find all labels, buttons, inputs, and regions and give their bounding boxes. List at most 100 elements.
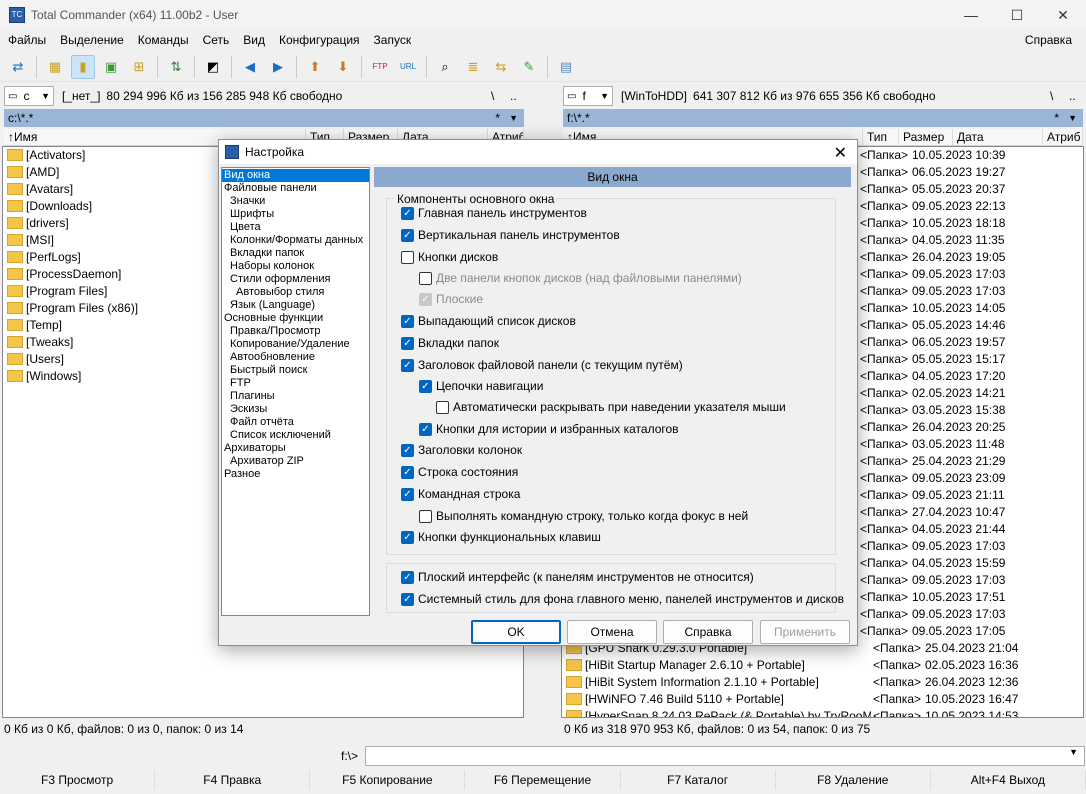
chevron-down-icon[interactable]: ▼	[509, 113, 518, 123]
checkbox-option[interactable]: Кнопки дисков	[401, 250, 498, 264]
chevron-down-icon[interactable]: ▼	[1069, 747, 1078, 757]
compare-icon[interactable]: ◩	[201, 55, 225, 79]
tree-item[interactable]: Вкладки папок	[222, 247, 369, 260]
checkbox-option[interactable]: Выполнять командную строку, только когда…	[419, 509, 748, 523]
menu-net[interactable]: Сеть	[195, 33, 236, 47]
tree-item[interactable]: Правка/Просмотр	[222, 325, 369, 338]
f7-mkdir-button[interactable]: F7 Каталог	[621, 770, 776, 790]
left-root-button[interactable]: \	[491, 89, 494, 103]
checkbox-checked-icon[interactable]: ✓	[419, 422, 432, 436]
f6-move-button[interactable]: F6 Перемещение	[465, 770, 621, 790]
checkbox-option[interactable]: Две панели кнопок дисков (над файловыми …	[419, 271, 742, 285]
tree-item[interactable]: Значки	[222, 195, 369, 208]
tree-item[interactable]: Автообновление	[222, 351, 369, 364]
checkbox-option[interactable]: Автоматически раскрывать при наведении у…	[436, 400, 786, 414]
checkbox-checked-icon[interactable]: ✓	[401, 314, 414, 328]
checkbox-checked-icon[interactable]: ✓	[419, 292, 432, 306]
checkbox-checked-icon[interactable]: ✓	[401, 336, 414, 350]
f5-copy-button[interactable]: F5 Копирование	[310, 770, 466, 790]
tree-item[interactable]: Файл отчёта	[222, 416, 369, 429]
star-icon[interactable]: *	[1054, 111, 1059, 125]
checkbox-checked-icon[interactable]: ✓	[419, 379, 432, 393]
maximize-button[interactable]: ☐	[994, 0, 1040, 30]
checkbox-checked-icon[interactable]: ✓	[401, 592, 414, 606]
right-path-bar[interactable]: f:\*.* * ▼	[563, 109, 1083, 127]
tree-item[interactable]: Разное	[222, 468, 369, 481]
cancel-button[interactable]: Отмена	[567, 620, 657, 644]
star-icon[interactable]: *	[495, 111, 500, 125]
help-button[interactable]: Справка	[663, 620, 753, 644]
checkbox-option[interactable]: ✓ Вкладки папок	[401, 336, 499, 350]
thumbnails-icon[interactable]: ▣	[99, 55, 123, 79]
menu-configuration[interactable]: Конфигурация	[271, 33, 366, 47]
tree-item[interactable]: Плагины	[222, 390, 369, 403]
tree-item[interactable]: Вид окна	[222, 169, 369, 182]
tree-item[interactable]: Файловые панели	[222, 182, 369, 195]
ok-button[interactable]: OK	[471, 620, 561, 644]
checkbox-option[interactable]: ✓ Строка состояния	[401, 465, 518, 479]
checkbox-unchecked-icon[interactable]	[419, 271, 432, 285]
tree-item[interactable]: Стили оформления	[222, 273, 369, 286]
tree-item[interactable]: Цвета	[222, 221, 369, 234]
checkbox-unchecked-icon[interactable]	[436, 400, 449, 414]
checkbox-option[interactable]: ✓ Заголовки колонок	[401, 443, 522, 457]
checkbox-option[interactable]: ✓ Кнопки для истории и избранных каталого…	[419, 422, 679, 436]
altf4-exit-button[interactable]: Alt+F4 Выход	[931, 770, 1086, 790]
tree-item[interactable]: Эскизы	[222, 403, 369, 416]
checkbox-checked-icon[interactable]: ✓	[401, 206, 414, 220]
ftp-connect-icon[interactable]: FTP	[368, 55, 392, 79]
list-item[interactable]: [HWiNFO 7.46 Build 5110 + Portable] <Папк…	[562, 691, 1083, 708]
f3-view-button[interactable]: F3 Просмотр	[0, 770, 156, 790]
checkbox-option[interactable]: ✓ Цепочки навигации	[419, 379, 543, 393]
tree-item[interactable]: Быстрый поиск	[222, 364, 369, 377]
checkbox-checked-icon[interactable]: ✓	[401, 530, 414, 544]
menu-files[interactable]: Файлы	[0, 33, 52, 47]
minimize-button[interactable]: —	[948, 0, 994, 30]
tree-item[interactable]: Колонки/Форматы данных	[222, 234, 369, 247]
checkbox-checked-icon[interactable]: ✓	[401, 465, 414, 479]
checkbox-option[interactable]: ✓ Главная панель инструментов	[401, 206, 587, 220]
command-input[interactable]: ▼	[365, 746, 1085, 766]
menu-help[interactable]: Справка	[1017, 33, 1078, 47]
checkbox-checked-icon[interactable]: ✓	[401, 228, 414, 242]
menu-commands[interactable]: Команды	[130, 33, 195, 47]
tree-item[interactable]: Архиваторы	[222, 442, 369, 455]
tree-icon[interactable]: ⊞	[127, 55, 151, 79]
tree-item[interactable]: Архиватор ZIP	[222, 455, 369, 468]
tree-item[interactable]: Основные функции	[222, 312, 369, 325]
checkbox-option[interactable]: ✓ Системный стиль для фона главного меню,…	[401, 592, 844, 606]
tree-item[interactable]: Язык (Language)	[222, 299, 369, 312]
checkbox-option[interactable]: ✓ Командная строка	[401, 487, 520, 501]
checkbox-option[interactable]: ✓ Плоские	[419, 292, 483, 306]
left-drive-select[interactable]: ▭ c ▼	[4, 86, 54, 106]
refresh-icon[interactable]: ⇄	[6, 55, 30, 79]
menu-start[interactable]: Запуск	[366, 33, 418, 47]
chevron-down-icon[interactable]: ▼	[1068, 113, 1077, 123]
right-drive-select[interactable]: ▭ f ▼	[563, 86, 613, 106]
tree-item[interactable]: Автовыбор стиля	[222, 286, 369, 299]
list-item[interactable]: [HiBit System Information 2.1.10 + Porta…	[562, 674, 1083, 691]
close-button[interactable]: ✕	[1040, 0, 1086, 30]
right-up-button[interactable]: ..	[1069, 89, 1076, 103]
url-connect-icon[interactable]: URL	[396, 55, 420, 79]
invert-selection-icon[interactable]: ⇅	[164, 55, 188, 79]
tree-item[interactable]: FTP	[222, 377, 369, 390]
tree-item[interactable]: Шрифты	[222, 208, 369, 221]
column-date[interactable]: Дата	[953, 129, 1043, 145]
column-size[interactable]: Размер	[899, 129, 953, 145]
f8-delete-button[interactable]: F8 Удаление	[776, 770, 931, 790]
tree-item[interactable]: Список исключений	[222, 429, 369, 442]
checkbox-checked-icon[interactable]: ✓	[401, 443, 414, 457]
checkbox-checked-icon[interactable]: ✓	[401, 487, 414, 501]
checkbox-option[interactable]: ✓ Вертикальная панель инструментов	[401, 228, 620, 242]
list-item[interactable]: [HyperSnap 8.24.03 RePack (& Portable) b…	[562, 708, 1083, 717]
notepad-icon[interactable]: ▤	[554, 55, 578, 79]
menu-view[interactable]: Вид	[235, 33, 271, 47]
checkbox-unchecked-icon[interactable]	[401, 250, 414, 264]
tree-item[interactable]: Копирование/Удаление	[222, 338, 369, 351]
brief-view-icon[interactable]: ▦	[43, 55, 67, 79]
dialog-close-icon[interactable]: ✕	[834, 143, 847, 163]
apply-button[interactable]: Применить	[760, 620, 850, 644]
full-view-icon[interactable]: ▮	[71, 54, 95, 79]
checkbox-option[interactable]: ✓ Заголовок файловой панели (с текущим пу…	[401, 358, 683, 372]
